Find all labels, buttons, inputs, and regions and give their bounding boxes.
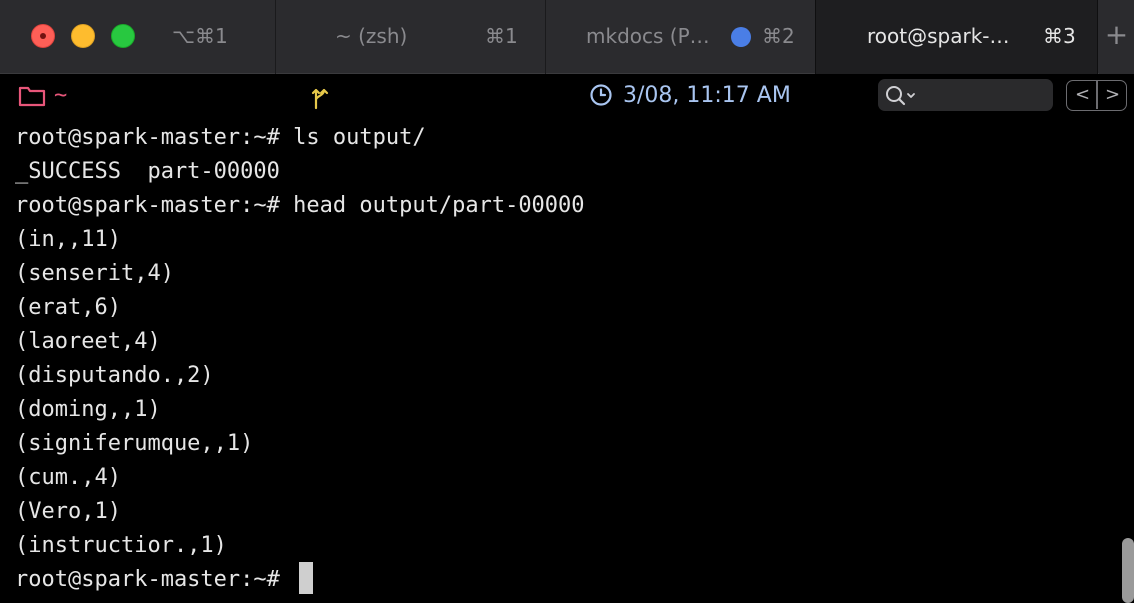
minimize-window-button[interactable] (71, 24, 95, 48)
text-cursor (299, 562, 314, 594)
search-previous-button[interactable]: < (1075, 83, 1090, 107)
terminal-line: _SUCCESS part-00000 (15, 159, 280, 184)
tab-1-shortcut: ⌘1 (485, 24, 518, 48)
status-datetime: 3/08, 11:17 AM (623, 83, 791, 108)
tab-separator (545, 0, 546, 74)
terminal-scrollbar[interactable] (1122, 538, 1134, 603)
search-next-button[interactable]: > (1105, 83, 1120, 107)
zoom-window-button[interactable] (111, 24, 135, 48)
current-directory: ~ (54, 83, 68, 108)
folder-icon (18, 86, 46, 107)
search-icon[interactable] (884, 84, 920, 106)
search-navigation: < > (1066, 80, 1127, 111)
window-shortcut-label: ⌥⌘1 (172, 24, 228, 48)
tab-1-title[interactable]: ~ (zsh) (335, 24, 407, 48)
clock-icon (590, 84, 612, 106)
terminal-line: (erat,6) (15, 295, 121, 320)
terminal-line: (Vero,1) (15, 499, 121, 524)
tab-2-shortcut: ⌘2 (762, 24, 795, 48)
terminal-line: (disputando.,2) (15, 363, 214, 388)
terminal-line: (doming,,1) (15, 397, 161, 422)
activity-dot-icon (731, 27, 751, 47)
terminal-line: root@spark-master:~# ls output/ (15, 125, 426, 150)
tab-2-title[interactable]: mkdocs (P… (586, 24, 710, 48)
terminal-line: (instructior.,1) (15, 533, 227, 558)
tab-separator (275, 0, 276, 74)
terminal-prompt-line[interactable]: root@spark-master:~# (15, 562, 1115, 597)
new-tab-button[interactable]: + (1099, 0, 1134, 74)
git-branch-icon (311, 88, 329, 110)
terminal-prompt: root@spark-master:~# (15, 567, 294, 592)
nav-divider (1096, 81, 1098, 109)
terminal-line: (cum.,4) (15, 465, 121, 490)
terminal-line: (in,,11) (15, 227, 121, 252)
tab-3-title: root@spark-… (867, 24, 1010, 48)
terminal-output[interactable]: root@spark-master:~# ls output/ _SUCCESS… (15, 121, 1115, 601)
tab-3-shortcut: ⌘3 (1043, 24, 1076, 48)
terminal-line: root@spark-master:~# head output/part-00… (15, 193, 585, 218)
terminal-line: (signiferumque,,1) (15, 431, 254, 456)
tab-bar: ⌥⌘1 ~ (zsh) ⌘1 mkdocs (P… ⌘2 root@spark-… (0, 0, 1134, 74)
terminal-line: (laoreet,4) (15, 329, 161, 354)
tab-3-active[interactable]: root@spark-… ⌘3 (815, 0, 1098, 74)
terminal-line: (senserit,4) (15, 261, 174, 286)
close-window-button[interactable] (31, 24, 55, 48)
